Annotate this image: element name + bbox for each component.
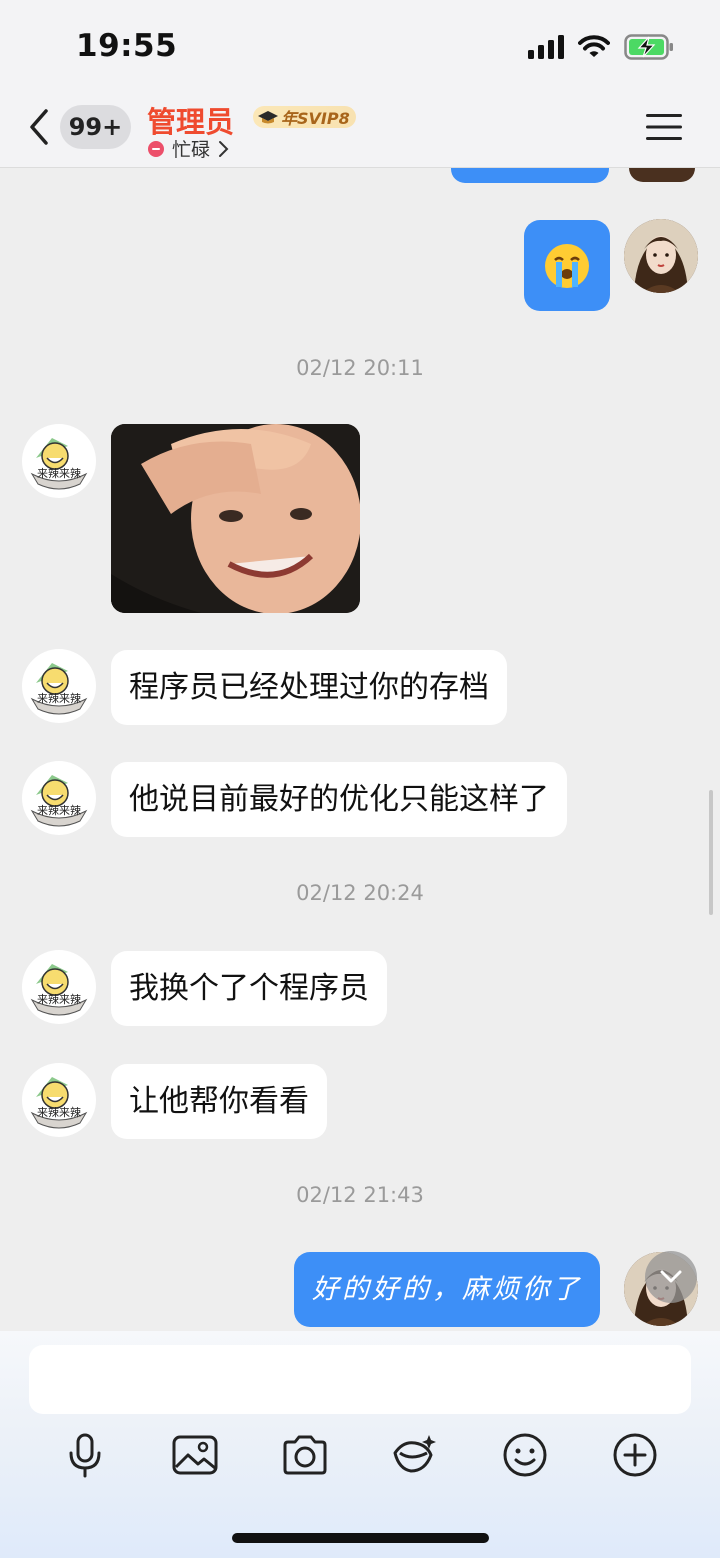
admin-avatar[interactable]: 来辣来辣 <box>22 1063 96 1137</box>
admin-avatar[interactable]: 来辣来辣 <box>22 424 96 498</box>
vip-cap-icon <box>258 111 278 124</box>
home-indicator[interactable] <box>232 1533 489 1543</box>
status-bar: 19:55 <box>0 0 720 95</box>
admin-avatar[interactable]: 来辣来辣 <box>22 950 96 1024</box>
incoming-message[interactable]: 让他帮你看看 <box>111 1064 327 1139</box>
incoming-message[interactable]: 我换个了个程序员 <box>111 951 387 1026</box>
message-input[interactable] <box>29 1345 691 1414</box>
scrollbar[interactable] <box>709 790 713 915</box>
vip-label: 年SVIP8 <box>281 109 350 128</box>
sticker-avatar-image: 来辣来辣 <box>23 951 95 1023</box>
my-avatar[interactable] <box>624 219 698 293</box>
incoming-message[interactable]: 程序员已经处理过你的存档 <box>111 650 507 725</box>
back-icon[interactable] <box>22 105 56 149</box>
sticker-avatar-image: 来辣来辣 <box>23 1064 95 1136</box>
status-time: 19:55 <box>76 28 178 64</box>
menu-icon[interactable] <box>646 112 682 142</box>
microphone-icon[interactable] <box>61 1431 109 1479</box>
admin-avatar[interactable]: 来辣来辣 <box>22 761 96 835</box>
sticker-caption: 来辣来辣 <box>37 1105 81 1119</box>
timestamp: 02/12 21:43 <box>296 1183 424 1207</box>
my-avatar-image <box>624 219 698 293</box>
meme-photo-image <box>111 424 360 613</box>
chevron-right-icon <box>219 140 229 157</box>
battery-charging-icon <box>624 34 673 60</box>
incoming-message[interactable]: 他说目前最好的优化只能这样了 <box>111 762 567 837</box>
wifi-icon <box>578 35 610 57</box>
busy-status-icon <box>148 140 164 157</box>
previous-outgoing-bubble[interactable] <box>451 168 609 183</box>
presence-status[interactable]: 忙碌 <box>148 135 230 162</box>
sticker-avatar-image: 来辣来辣 <box>23 650 95 722</box>
sticker-avatar-image: 来辣来辣 <box>23 425 95 497</box>
sticker-caption: 来辣来辣 <box>37 691 81 705</box>
scroll-to-bottom-button[interactable] <box>645 1251 697 1303</box>
timestamp: 02/12 20:24 <box>296 881 424 905</box>
sticker-caption: 来辣来辣 <box>37 992 81 1006</box>
timestamp: 02/12 20:11 <box>296 356 424 380</box>
admin-avatar[interactable]: 来辣来辣 <box>22 649 96 723</box>
signal-icon <box>528 35 564 59</box>
chat-header: 99+ 管理员 年SVIP8 忙碌 <box>0 95 720 168</box>
composer <box>0 1331 720 1558</box>
sticker-caption: 来辣来辣 <box>37 803 81 817</box>
sticker-avatar-image: 来辣来辣 <box>23 762 95 834</box>
emoji-icon[interactable] <box>501 1431 549 1479</box>
camera-icon[interactable] <box>281 1431 329 1479</box>
my-avatar-partial[interactable] <box>629 168 695 182</box>
outgoing-emoji-bubble[interactable] <box>524 220 610 311</box>
meme-photo-message[interactable] <box>111 424 360 613</box>
presence-label: 忙碌 <box>172 139 211 161</box>
vip-badge: 年SVIP8 <box>253 106 356 128</box>
sticker-caption: 来辣来辣 <box>37 466 81 480</box>
chevron-down-icon <box>660 1270 682 1283</box>
status-icons <box>528 34 674 60</box>
crying-face-icon <box>545 243 589 288</box>
plus-icon[interactable] <box>611 1431 659 1479</box>
outgoing-message[interactable]: 好的好的，麻烦你了 <box>294 1252 600 1327</box>
image-icon[interactable] <box>171 1431 219 1479</box>
red-packet-icon[interactable] <box>391 1431 439 1479</box>
unread-count-badge[interactable]: 99+ <box>60 105 131 149</box>
